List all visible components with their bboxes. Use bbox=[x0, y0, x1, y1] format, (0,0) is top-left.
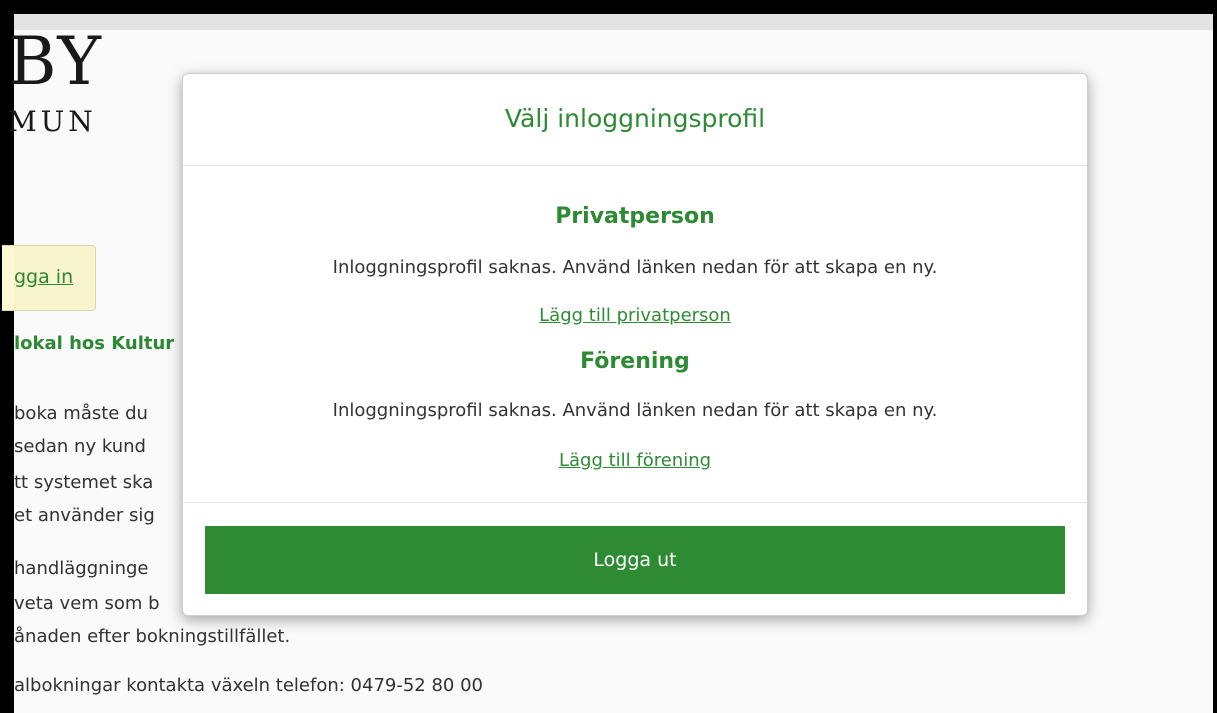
dialog-footer: Logga ut bbox=[183, 502, 1087, 616]
window-right-border bbox=[1213, 14, 1217, 713]
browser-top-bar bbox=[0, 14, 1217, 30]
add-forening-link[interactable]: Lägg till förening bbox=[559, 450, 711, 471]
section-title-privatperson: Privatperson bbox=[555, 204, 715, 229]
window-top-border bbox=[0, 0, 1217, 14]
dialog-title: Välj inloggningsprofil bbox=[504, 104, 766, 133]
section-text-privatperson: Inloggningsprofil saknas. Använd länken … bbox=[332, 257, 938, 278]
add-privatperson-link[interactable]: Lägg till privatperson bbox=[539, 305, 731, 326]
dialog-header: Välj inloggningsprofil bbox=[183, 74, 1087, 166]
section-text-forening: Inloggningsprofil saknas. Använd länken … bbox=[332, 400, 938, 421]
section-title-forening: Förening bbox=[580, 349, 690, 374]
logout-button[interactable]: Logga ut bbox=[205, 526, 1065, 594]
login-profile-dialog: Välj inloggningsprofil Privatperson Inlo… bbox=[182, 73, 1088, 616]
